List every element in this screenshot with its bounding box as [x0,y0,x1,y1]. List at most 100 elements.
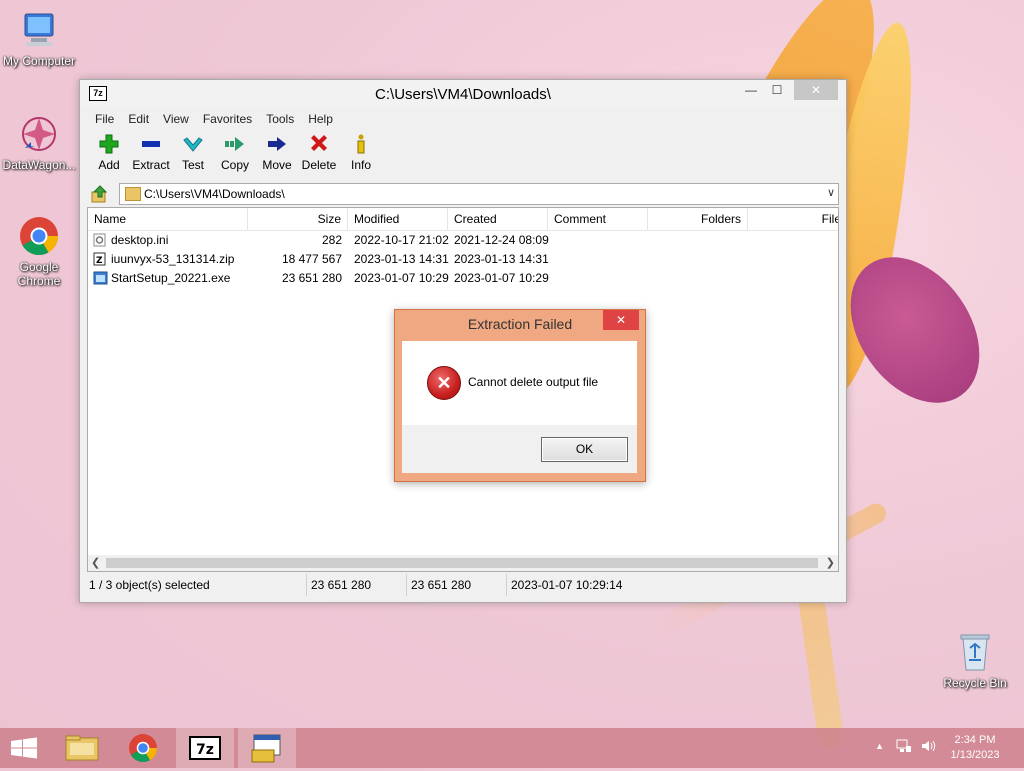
delete-x-icon [305,130,333,158]
delete-button[interactable]: Delete [298,130,340,180]
installer-icon [251,734,281,763]
info-button[interactable]: Info [340,130,382,180]
maximize-button[interactable]: ☐ [764,80,790,100]
desktop-icon-google-chrome[interactable]: Google Chrome [0,214,78,288]
file-size: 282 [321,233,342,247]
svg-text:7z: 7z [196,742,214,758]
7zip-icon: 7z [189,736,221,760]
status-selection: 1 / 3 object(s) selected [87,574,307,596]
column-header-modified[interactable]: Modified [348,208,448,230]
clock-time: 2:34 PM [954,734,996,746]
taskbar-installer[interactable] [238,728,296,768]
zip-file-icon: Z [93,252,106,266]
desktop-icon-recycle-bin[interactable]: Recycle Bin [936,630,1014,690]
file-modified: 2023-01-07 10:29 [354,271,449,285]
datawagon-icon [17,112,61,156]
file-size: 18 477 567 [281,252,342,266]
dialog-message: Cannot delete output file [468,375,599,389]
add-button[interactable]: Add [88,130,130,180]
file-created: 2023-01-07 10:29 [454,271,549,285]
copy-arrow-icon [221,130,249,158]
test-button[interactable]: Test [172,130,214,180]
check-icon [179,130,207,158]
column-header-file[interactable]: File [748,208,838,230]
address-input[interactable]: C:\Users\VM4\Downloads\ ∨ [119,183,839,205]
volume-icon[interactable] [920,738,936,754]
taskbar-clock[interactable]: 2:34 PM 1/13/2023 [940,733,1010,763]
show-hidden-icons-icon[interactable]: ▲ [875,741,884,751]
close-button[interactable]: ✕ [794,80,838,100]
file-modified: 2023-01-13 14:31 [354,252,449,266]
status-size: 23 651 280 [307,574,407,596]
up-arrow-icon [91,185,108,203]
address-path: C:\Users\VM4\Downloads\ [144,187,285,201]
address-bar: C:\Users\VM4\Downloads\ ∨ [87,183,839,205]
column-header-comment[interactable]: Comment [548,208,648,230]
menu-bar: File Edit View Favorites Tools Help [80,108,846,130]
taskbar: 7z ▲ 2:34 PM 1/13/2023 [0,728,1024,768]
ini-file-icon [93,233,106,247]
clock-date: 1/13/2023 [950,749,1000,761]
column-header-size[interactable]: Size [248,208,348,230]
move-button[interactable]: Move [256,130,298,180]
chrome-icon [17,214,61,258]
column-header-created[interactable]: Created [448,208,548,230]
taskbar-7zip[interactable]: 7z [176,728,234,768]
status-bar: 1 / 3 object(s) selected 23 651 280 23 6… [87,574,839,596]
list-header: Name Size Modified Created Comment Folde… [88,208,838,231]
dialog-close-button[interactable]: ✕ [603,310,639,330]
file-name: iuunvyx-53_131314.zip [111,252,235,266]
menu-help[interactable]: Help [301,112,340,126]
status-packed-size: 23 651 280 [407,574,507,596]
desktop-icon-datawagon[interactable]: DataWagon... [0,112,78,172]
file-name: desktop.ini [111,233,169,247]
file-created: 2023-01-13 14:31 [454,252,549,266]
minimize-button[interactable]: — [738,80,764,100]
svg-text:Z: Z [96,256,103,266]
toolbar: Add Extract Test Copy Move Delete Info [80,130,846,180]
chevron-down-icon[interactable]: ∨ [827,186,835,199]
computer-icon [17,8,61,52]
horizontal-scrollbar[interactable]: ❮ ❯ [88,555,838,571]
column-header-folders[interactable]: Folders [648,208,748,230]
dialog-footer: OK [402,425,637,473]
file-row[interactable]: Z iuunvyx-53_131314.zip 18 477 567 2023-… [88,250,838,269]
folder-icon [65,735,99,761]
file-size: 23 651 280 [281,271,342,285]
start-button[interactable] [0,728,48,768]
extract-button[interactable]: Extract [130,130,172,180]
menu-favorites[interactable]: Favorites [196,112,259,126]
up-folder-button[interactable] [91,185,109,203]
file-modified: 2022-10-17 21:02 [354,233,449,247]
dialog-body: ✕ Cannot delete output file [402,341,637,425]
chrome-icon [129,734,157,762]
ok-button[interactable]: OK [541,437,628,462]
file-name: StartSetup_20221.exe [111,271,231,285]
status-date: 2023-01-07 10:29:14 [511,578,623,592]
scroll-right-icon[interactable]: ❯ [826,556,835,569]
window-titlebar[interactable]: 7z C:\Users\VM4\Downloads\ — ☐ ✕ [80,80,846,108]
menu-file[interactable]: File [88,112,121,126]
recycle-bin-icon [953,630,997,674]
column-header-name[interactable]: Name [88,208,248,230]
network-icon[interactable] [896,738,912,754]
copy-button[interactable]: Copy [214,130,256,180]
file-row[interactable]: StartSetup_20221.exe 23 651 280 2023-01-… [88,269,838,288]
menu-edit[interactable]: Edit [121,112,156,126]
file-created: 2021-12-24 08:09 [454,233,549,247]
file-row[interactable]: desktop.ini 282 2022-10-17 21:02 2021-12… [88,231,838,250]
minus-icon [137,130,165,158]
info-icon [347,130,375,158]
desktop-icon-my-computer[interactable]: My Computer [0,8,78,68]
taskbar-file-explorer[interactable] [54,728,112,768]
scrollbar-thumb[interactable] [106,558,818,568]
taskbar-chrome[interactable] [114,728,172,768]
exe-file-icon [93,271,108,285]
menu-view[interactable]: View [156,112,196,126]
plus-icon [95,130,123,158]
error-icon: ✕ [427,366,461,400]
folder-icon [125,187,141,201]
window-title: C:\Users\VM4\Downloads\ [375,86,551,103]
scroll-left-icon[interactable]: ❮ [91,556,100,569]
menu-tools[interactable]: Tools [259,112,301,126]
